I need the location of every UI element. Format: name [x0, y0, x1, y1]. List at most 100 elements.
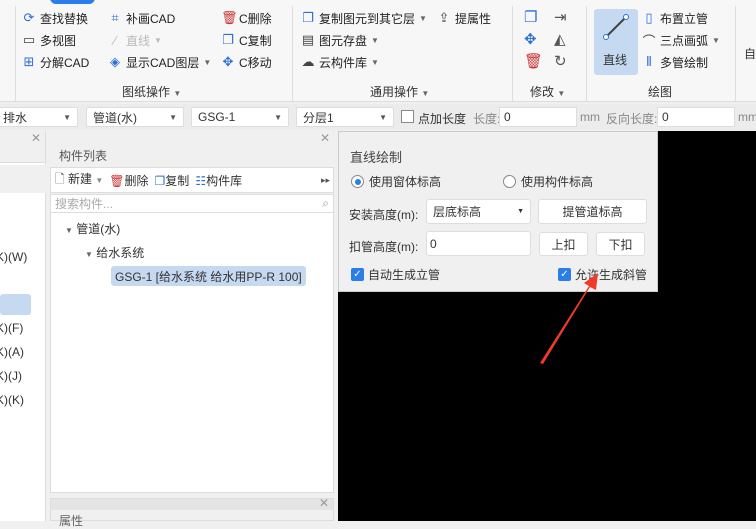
extract-properties-button[interactable]: ⇪ 提属性 [437, 8, 491, 28]
refresh-icon: ⟳ [23, 10, 35, 25]
tree-node-water-supply[interactable]: ▼ 给水系统 [85, 244, 144, 261]
multi-view-button[interactable]: ▭ 多视图 [22, 30, 89, 50]
close-icon[interactable]: ✕ [319, 496, 329, 510]
reverse-length-input[interactable]: 0 [657, 107, 735, 127]
divider [586, 6, 587, 101]
category-select[interactable]: 管道(水) ▼ [86, 107, 184, 127]
divider [15, 6, 16, 101]
mirror-icon[interactable]: ◭ [554, 30, 584, 48]
multi-pipe-button[interactable]: ⫴ 多管绘制 [642, 52, 720, 72]
c-delete-button[interactable]: 🗑 C删除 [221, 8, 272, 28]
explode-cad-button[interactable]: ⊞ 分解CAD [22, 52, 90, 72]
type-select[interactable]: 排水 ▼ [0, 107, 78, 127]
show-cad-layer-button[interactable]: ◈ 显示CAD图层 ▼ [108, 52, 211, 72]
auto-button-label[interactable]: 自 [744, 45, 756, 62]
group-label-modify[interactable]: 修改 ▼ [530, 83, 565, 100]
more-icon[interactable]: ▸▸ [321, 175, 330, 186]
trash-icon[interactable]: 🗑 [524, 52, 554, 70]
chevron-down-icon: ▼ [274, 112, 282, 122]
deduct-up-button[interactable]: 上扣 [539, 232, 588, 256]
close-icon[interactable]: ✕ [320, 131, 330, 145]
dialog-title: 直线绘制 [350, 150, 403, 165]
save-icon: ▤ [301, 32, 315, 47]
three-point-arc-button[interactable]: ⌒ 三点画弧 ▼ [642, 30, 719, 50]
check-icon: ✓ [351, 268, 364, 281]
new-button[interactable]: 🗋 新建 ▼ [55, 170, 103, 191]
delete-button[interactable]: 🗑删除 [109, 172, 148, 189]
component-list-panel: ✕ 构件列表 🗋 新建 ▼ 🗑删除 ❐复制 ☷构件库 ▸▸ 搜索构件... ⌕ ▼… [50, 131, 334, 493]
active-tab-indicator[interactable] [50, 0, 95, 4]
c-copy-button[interactable]: ❐ C复制 [221, 30, 272, 50]
auto-riser-checkbox[interactable]: ✓ 自动生成立管 [351, 266, 440, 283]
list-item[interactable]: K)(J) [0, 369, 22, 383]
search-icon: ⌕ [322, 196, 329, 210]
move-icon[interactable]: ✥ [524, 30, 554, 48]
left-panel: ✕ K)(W) K)(F) K)(A) K)(J) K)(K) [0, 131, 46, 521]
rotate-icon[interactable]: ↻ [554, 52, 584, 70]
list-item[interactable]: K)(K) [0, 393, 24, 407]
new-file-icon: 🗋 [55, 171, 65, 186]
group-label-common-ops[interactable]: 通用操作 ▼ [370, 83, 429, 100]
riser-icon: ▯ [645, 10, 653, 25]
chevron-down-icon: ▼ [63, 112, 71, 122]
search-input[interactable]: 搜索构件... ⌕ [51, 195, 333, 213]
group-label-drawing-ops[interactable]: 图纸操作 ▼ [122, 83, 181, 100]
use-window-elevation-radio[interactable]: 使用窗体标高 [351, 173, 441, 190]
line-tool-button[interactable]: 直线 [594, 9, 638, 75]
redraw-cad-button[interactable]: ⌗ 补画CAD [108, 8, 211, 28]
trash-icon: 🗑 [109, 173, 125, 188]
tree-node-pipe[interactable]: ▼ 管道(水) [65, 220, 120, 237]
add-length-checkbox[interactable] [401, 110, 414, 123]
cloud-library-button[interactable]: ☁ 云构件库 ▼ [301, 52, 427, 72]
deduct-down-button[interactable]: 下扣 [596, 232, 645, 256]
length-input[interactable]: 0 [499, 107, 577, 127]
layer-select[interactable]: 分层1 ▼ [296, 107, 394, 127]
copy-icon: ❐ [154, 173, 166, 188]
place-riser-button[interactable]: ▯ 布置立管 [642, 8, 720, 28]
chevron-down-icon: ▼ [169, 112, 177, 122]
reverse-length-label: 反向长度: [606, 112, 658, 126]
upload-icon: ⇪ [438, 10, 450, 25]
extend-icon[interactable]: ⇥ [554, 8, 584, 26]
copy-to-layer-button[interactable]: ❐ 复制图元到其它层 ▼ [301, 8, 427, 28]
list-item[interactable]: K)(F) [0, 321, 23, 335]
layers-icon: ◈ [110, 54, 120, 69]
red-arrow-annotation [540, 273, 598, 364]
selected-list-item[interactable] [0, 294, 31, 315]
find-replace-button[interactable]: ⟳ 查找替换 [22, 8, 89, 28]
install-height-select[interactable]: 层底标高 ▼ [426, 199, 531, 224]
c-move-button[interactable]: ✥ C移动 [221, 52, 272, 72]
component-select[interactable]: GSG-1 ▼ [191, 107, 289, 127]
install-height-label: 安装高度(m): [349, 208, 419, 222]
copy-icon: ❐ [222, 32, 234, 47]
pick-pipe-elevation-button[interactable]: 提管道标高 [538, 199, 647, 224]
divider [512, 6, 513, 101]
move-icon: ✥ [222, 54, 234, 69]
deduct-height-input[interactable]: 0 [426, 231, 531, 256]
chevron-down-icon: ▼ [379, 112, 387, 122]
copy-button[interactable]: ❐复制 [155, 172, 190, 189]
copy-icon: ❐ [302, 10, 314, 25]
caret-down-icon: ▼ [65, 226, 73, 235]
ribbon: ⟳ 查找替换 ▭ 多视图 ⊞ 分解CAD ⌗ 补画CAD ⁄ 直线 ▼ ◈ 显示CAD图层 ▼ … [0, 0, 756, 102]
close-icon[interactable]: ✕ [31, 131, 41, 145]
multi-pipe-icon: ⫴ [646, 54, 652, 69]
group-label-draw: 绘图 [648, 85, 673, 99]
chevron-down-icon: ▼ [517, 208, 524, 215]
list-item[interactable]: K)(A) [0, 345, 24, 359]
pen-icon: ⌗ [111, 10, 119, 25]
unit-label: mm [738, 110, 756, 124]
line-icon [603, 14, 629, 40]
length-label: 长度: [473, 112, 501, 126]
use-component-elevation-radio[interactable]: 使用构件标高 [503, 173, 593, 190]
deduct-height-label: 扣管高度(m): [349, 240, 419, 254]
tree-node-gsg1[interactable]: GSG-1 [给水系统 给水用PP-R 100] [111, 266, 306, 286]
line-dropdown[interactable]: ⁄ 直线 ▼ [108, 30, 211, 50]
list-item[interactable]: K)(W) [0, 250, 27, 264]
properties-panel: ✕ 属性 [50, 496, 334, 528]
arc-icon: ⌒ [642, 33, 656, 49]
copy-icon[interactable]: ❐ [524, 8, 554, 26]
save-element-button[interactable]: ▤ 图元存盘 ▼ [301, 30, 427, 50]
library-button[interactable]: ☷构件库 [195, 172, 242, 189]
radio-icon [351, 175, 364, 188]
